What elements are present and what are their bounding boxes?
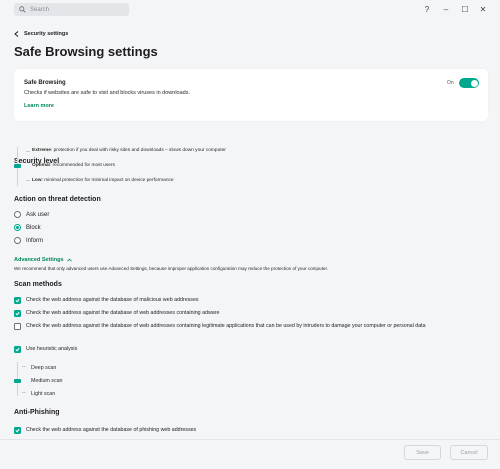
level-optimal[interactable]: Optimal: recommended for most users xyxy=(32,163,115,168)
back-link[interactable]: Security settings xyxy=(14,31,68,37)
level-low[interactable]: Low: minimal protection for minimal impa… xyxy=(32,178,174,183)
checkbox-checked[interactable] xyxy=(14,297,21,304)
search-box[interactable]: Search xyxy=(14,3,129,16)
threat-action-title: Action on threat detection xyxy=(14,196,101,203)
level-tick xyxy=(26,151,30,152)
scan-method-item[interactable]: Check the web address against the databa… xyxy=(14,296,484,305)
checkbox-checked[interactable] xyxy=(14,427,21,434)
safe-browsing-description: Checks if websites are safe to visit and… xyxy=(24,90,190,96)
checkbox-unchecked[interactable] xyxy=(14,323,21,330)
anti-phishing-title: Anti-Phishing xyxy=(14,409,60,416)
heuristic-level-slider-handle[interactable] xyxy=(14,379,21,383)
check-icon xyxy=(15,428,20,433)
safe-browsing-card: Safe Browsing Checks if websites are saf… xyxy=(14,69,488,121)
radio-block[interactable]: Block xyxy=(14,224,41,231)
cancel-button[interactable]: Cancel xyxy=(450,445,488,460)
level-extreme[interactable]: Extreme: protection if you deal with ris… xyxy=(32,148,226,153)
check-icon xyxy=(15,347,20,352)
chevron-left-icon xyxy=(14,31,19,37)
save-button[interactable]: Save xyxy=(404,445,441,460)
checkbox-checked[interactable] xyxy=(14,310,21,317)
learn-more-link[interactable]: Learn more xyxy=(24,103,54,109)
scan-methods-title: Scan methods xyxy=(14,281,62,288)
radio-ask-user[interactable]: Ask user xyxy=(14,211,49,218)
search-icon xyxy=(19,6,26,13)
radio-button[interactable] xyxy=(14,237,21,244)
heuristic-deep-scan[interactable]: Deep scan xyxy=(31,365,56,371)
advanced-settings-note: We recommend that only advanced users us… xyxy=(14,266,329,271)
minimize-icon[interactable]: – xyxy=(440,4,452,15)
chevron-up-icon xyxy=(66,258,72,262)
help-icon[interactable]: ? xyxy=(421,4,433,15)
anti-phishing-item[interactable]: Check the web address against the databa… xyxy=(14,426,484,435)
scan-method-item[interactable]: Use heuristic analysis xyxy=(14,345,484,354)
close-icon[interactable]: ✕ xyxy=(477,4,489,15)
scan-method-item[interactable]: Check the web address against the databa… xyxy=(14,309,484,318)
radio-inform[interactable]: Inform xyxy=(14,237,43,244)
title-bar: Search ? – ☐ ✕ xyxy=(0,0,500,20)
radio-button-selected[interactable] xyxy=(14,224,21,231)
scan-method-item[interactable]: Check the web address against the databa… xyxy=(14,322,484,331)
level-tick xyxy=(26,180,30,181)
safe-browsing-title: Safe Browsing xyxy=(24,80,66,86)
checkbox-checked[interactable] xyxy=(14,346,21,353)
radio-button[interactable] xyxy=(14,211,21,218)
search-input[interactable]: Search xyxy=(30,7,49,13)
check-icon xyxy=(15,311,20,316)
level-tick xyxy=(22,366,26,367)
check-icon xyxy=(15,298,20,303)
toggle-state-label: On xyxy=(447,80,454,86)
maximize-icon[interactable]: ☐ xyxy=(459,4,471,15)
heuristic-light-scan[interactable]: Light scan xyxy=(31,391,55,397)
heuristic-medium-scan[interactable]: Medium scan xyxy=(31,378,63,384)
level-tick xyxy=(22,392,26,393)
advanced-settings-toggle[interactable]: Advanced Settings xyxy=(14,257,72,263)
security-level-slider-handle[interactable] xyxy=(14,164,21,168)
page-title: Safe Browsing settings xyxy=(14,44,158,59)
safe-browsing-toggle[interactable] xyxy=(459,78,479,88)
breadcrumb: Security settings xyxy=(24,31,69,37)
